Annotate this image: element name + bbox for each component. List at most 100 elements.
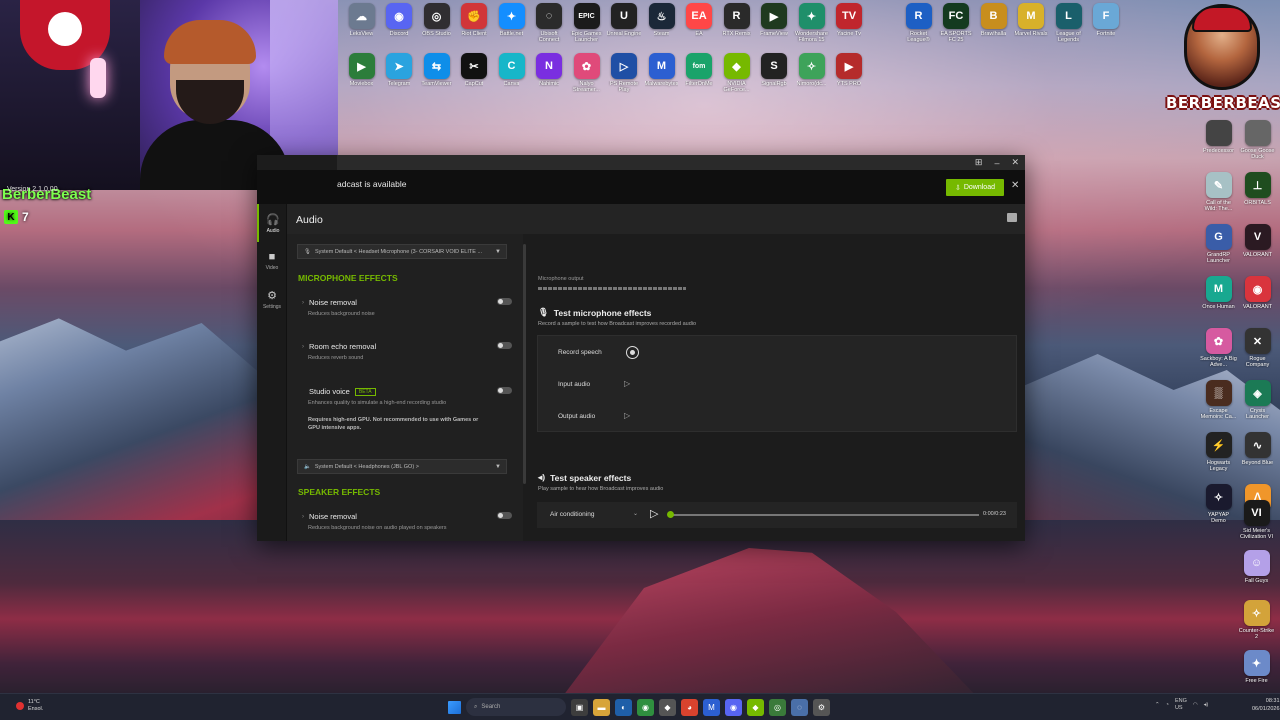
desktop-shortcut[interactable]: VI Sid Meier's Civilization VI	[1238, 500, 1275, 546]
volume-icon[interactable]: ◂)	[1204, 702, 1209, 708]
desktop-shortcut[interactable]: ✿ Sackboy: A Big Adve...	[1200, 328, 1237, 374]
minimize-button[interactable]: –	[994, 158, 999, 168]
nav-settings[interactable]: ⚙ Settings	[257, 280, 287, 318]
play-output-icon[interactable]: ▷	[624, 411, 630, 420]
nav-audio[interactable]: 🎧 Audio	[257, 204, 287, 242]
chevron-up-icon[interactable]: ⌃	[1155, 702, 1160, 708]
effects-scrollbar[interactable]	[523, 244, 526, 484]
desktop-shortcut[interactable]: ➤ Telegram	[381, 53, 418, 99]
language-indicator[interactable]: ENG US	[1175, 698, 1187, 712]
edge-icon[interactable]: ◐	[615, 698, 632, 716]
app-icon-6[interactable]: ◕	[681, 698, 698, 716]
desktop-shortcut[interactable]: N Nahimic	[531, 53, 568, 99]
desktop-shortcut[interactable]: ✕ Rogue Company	[1239, 328, 1276, 374]
desktop-shortcut[interactable]: G GrandRP Launcher	[1200, 224, 1237, 270]
desktop-shortcut[interactable]: ☁ LeksView	[343, 3, 380, 49]
desktop-shortcut[interactable]: U Unreal Engine	[606, 3, 643, 49]
discord-taskbar-icon[interactable]: ◉	[725, 698, 742, 716]
desktop-shortcut[interactable]: EA EA	[681, 3, 718, 49]
desktop-shortcut[interactable]: TV Yacine Tv	[831, 3, 868, 49]
desktop-shortcut[interactable]: ▶ FrameView	[756, 3, 793, 49]
download-button[interactable]: ⇩ Download	[946, 179, 1004, 196]
desktop-shortcut[interactable]: ⇆ TeamViewer	[418, 53, 455, 99]
desktop-shortcut[interactable]: ✊ Riot Client	[456, 3, 493, 49]
network-icon[interactable]: ◔	[1166, 702, 1169, 708]
settings-taskbar-icon[interactable]: ⚙	[813, 698, 830, 716]
room-echo-toggle[interactable]	[497, 342, 512, 349]
desktop-shortcut[interactable]: ◌ Ubisoft Connect	[531, 3, 568, 49]
wifi-icon[interactable]: ◠	[1193, 702, 1198, 708]
effect-noise-removal[interactable]: › Noise removal Reduces background noise	[302, 298, 512, 317]
desktop-shortcut[interactable]: M Marvel Rivals	[1013, 3, 1050, 49]
desktop-shortcut[interactable]: ◉ VALORANT	[1239, 276, 1276, 322]
desktop-shortcut[interactable]: F Fortnite	[1088, 3, 1125, 49]
chevron-down-icon[interactable]: ⌄	[633, 510, 638, 517]
desktop-shortcut[interactable]: Predecessor	[1200, 120, 1237, 166]
desktop-shortcut[interactable]: ⚡ Hogwarts Legacy	[1200, 432, 1237, 478]
desktop-shortcut[interactable]: C Canva	[493, 53, 530, 99]
desktop-shortcut[interactable]: M Once Human	[1200, 276, 1237, 322]
studio-voice-toggle[interactable]	[497, 387, 512, 394]
desktop-shortcut[interactable]: L League of Legends	[1050, 3, 1087, 49]
desktop-shortcut[interactable]: ∿ Beyond Blue	[1239, 432, 1276, 478]
playback-scrubber[interactable]	[667, 511, 674, 518]
desktop-shortcut[interactable]: ◈ Crysis Launcher	[1239, 380, 1276, 426]
desktop-shortcut[interactable]: ✦ Wondershare Filmora 15	[793, 3, 830, 49]
play-input-icon[interactable]: ▷	[624, 379, 630, 388]
play-sample-button[interactable]: ▷	[650, 507, 658, 520]
desktop-shortcut[interactable]: V VALORANT	[1239, 224, 1276, 270]
effect-room-echo-removal[interactable]: › Room echo removal Reduces reverb sound	[302, 342, 512, 361]
snap-icon[interactable]: ⊞	[975, 157, 983, 168]
desktop-shortcut[interactable]: ▶ YTS PRO	[831, 53, 868, 99]
desktop-shortcut[interactable]: ✦ Free Fire	[1238, 650, 1275, 696]
desktop-shortcut[interactable]: ✧ Nimoro(dc...	[793, 53, 830, 99]
close-window-button[interactable]: ✕	[1011, 157, 1019, 168]
sample-select[interactable]: Air conditioning	[550, 511, 594, 518]
app-icon-5[interactable]: ◆	[659, 698, 676, 716]
desktop-shortcut[interactable]: ✧ YAPYAP Demo	[1200, 484, 1237, 530]
desktop-shortcut[interactable]: ⊥ ORBITALS	[1239, 172, 1276, 218]
chrome-taskbar-icon-2[interactable]: ◎	[769, 698, 786, 716]
clock[interactable]: 08:31 06/01/2026	[1252, 697, 1280, 713]
playback-track[interactable]	[669, 514, 979, 516]
effect-speaker-noise-removal[interactable]: › Noise removal Reduces background noise …	[302, 512, 512, 531]
desktop-shortcut[interactable]: ✎ Call of the Wild: The...	[1200, 172, 1237, 218]
desktop-shortcut[interactable]: fom FilterOnMe	[681, 53, 718, 99]
effect-studio-voice[interactable]: ›Studio voiceBETA Enhances quality to si…	[302, 387, 512, 432]
desktop-shortcut[interactable]: Goose Goose Duck	[1239, 120, 1276, 166]
feedback-icon[interactable]	[1007, 213, 1017, 222]
file-explorer-icon[interactable]: ▬	[593, 698, 610, 716]
desktop-shortcut[interactable]: EPIC Epic Games Launcher	[568, 3, 605, 49]
desktop-shortcut[interactable]: B Brawlhalla	[975, 3, 1012, 49]
malwarebytes-taskbar-icon[interactable]: M	[703, 698, 720, 716]
desktop-shortcut[interactable]: M Malwarebytes	[643, 53, 680, 99]
noise-removal-toggle[interactable]	[497, 298, 512, 305]
chrome-icon[interactable]: ◉	[637, 698, 654, 716]
desktop-shortcut[interactable]: ☺ Fall Guys	[1238, 550, 1275, 596]
desktop-shortcut[interactable]: ♨ Steam	[643, 3, 680, 49]
windows-start-icon[interactable]	[448, 700, 461, 714]
desktop-shortcut[interactable]: R RTX Remix	[718, 3, 755, 49]
desktop-shortcut[interactable]: ▒ Escape Memoirs: Ca...	[1200, 380, 1237, 426]
weather-widget[interactable]: 11°C Ensol.	[16, 699, 43, 713]
desktop-shortcut[interactable]: ✿ Nalyo Streamer...	[568, 53, 605, 99]
desktop-shortcut[interactable]: ▷ PS Remote Play	[606, 53, 643, 99]
desktop-shortcut[interactable]: ▶ Moviebox	[343, 53, 380, 99]
microphone-device-select[interactable]: 🎙 System Default < Headset Microphone (3…	[297, 244, 507, 259]
nav-video[interactable]: ■ Video	[257, 242, 287, 280]
desktop-shortcut[interactable]: FC EA SPORTS FC 25	[938, 3, 975, 49]
taskbar-search[interactable]: ⌕ Search	[466, 698, 566, 716]
task-view-icon[interactable]: ▣	[571, 698, 588, 716]
desktop-shortcut[interactable]: R Rocket League®	[900, 3, 937, 49]
desktop-shortcut[interactable]: ◎ OBS Studio	[418, 3, 455, 49]
record-button[interactable]	[626, 346, 639, 359]
desktop-shortcut[interactable]: ✧ Counter-Strike 2	[1238, 600, 1275, 646]
nvidia-taskbar-icon[interactable]: ◆	[747, 698, 764, 716]
app-icon-11[interactable]: ◌	[791, 698, 808, 716]
desktop-shortcut[interactable]: ◆ NVIDIA GeForce...	[718, 53, 755, 99]
title-bar[interactable]: ⊞ – ✕	[337, 155, 1025, 170]
desktop-shortcut[interactable]: S SignalRgb	[756, 53, 793, 99]
desktop-shortcut[interactable]: ✂ CapCut	[456, 53, 493, 99]
close-banner-button[interactable]: ✕	[1011, 180, 1019, 191]
desktop-shortcut[interactable]: ◉ Discord	[381, 3, 418, 49]
